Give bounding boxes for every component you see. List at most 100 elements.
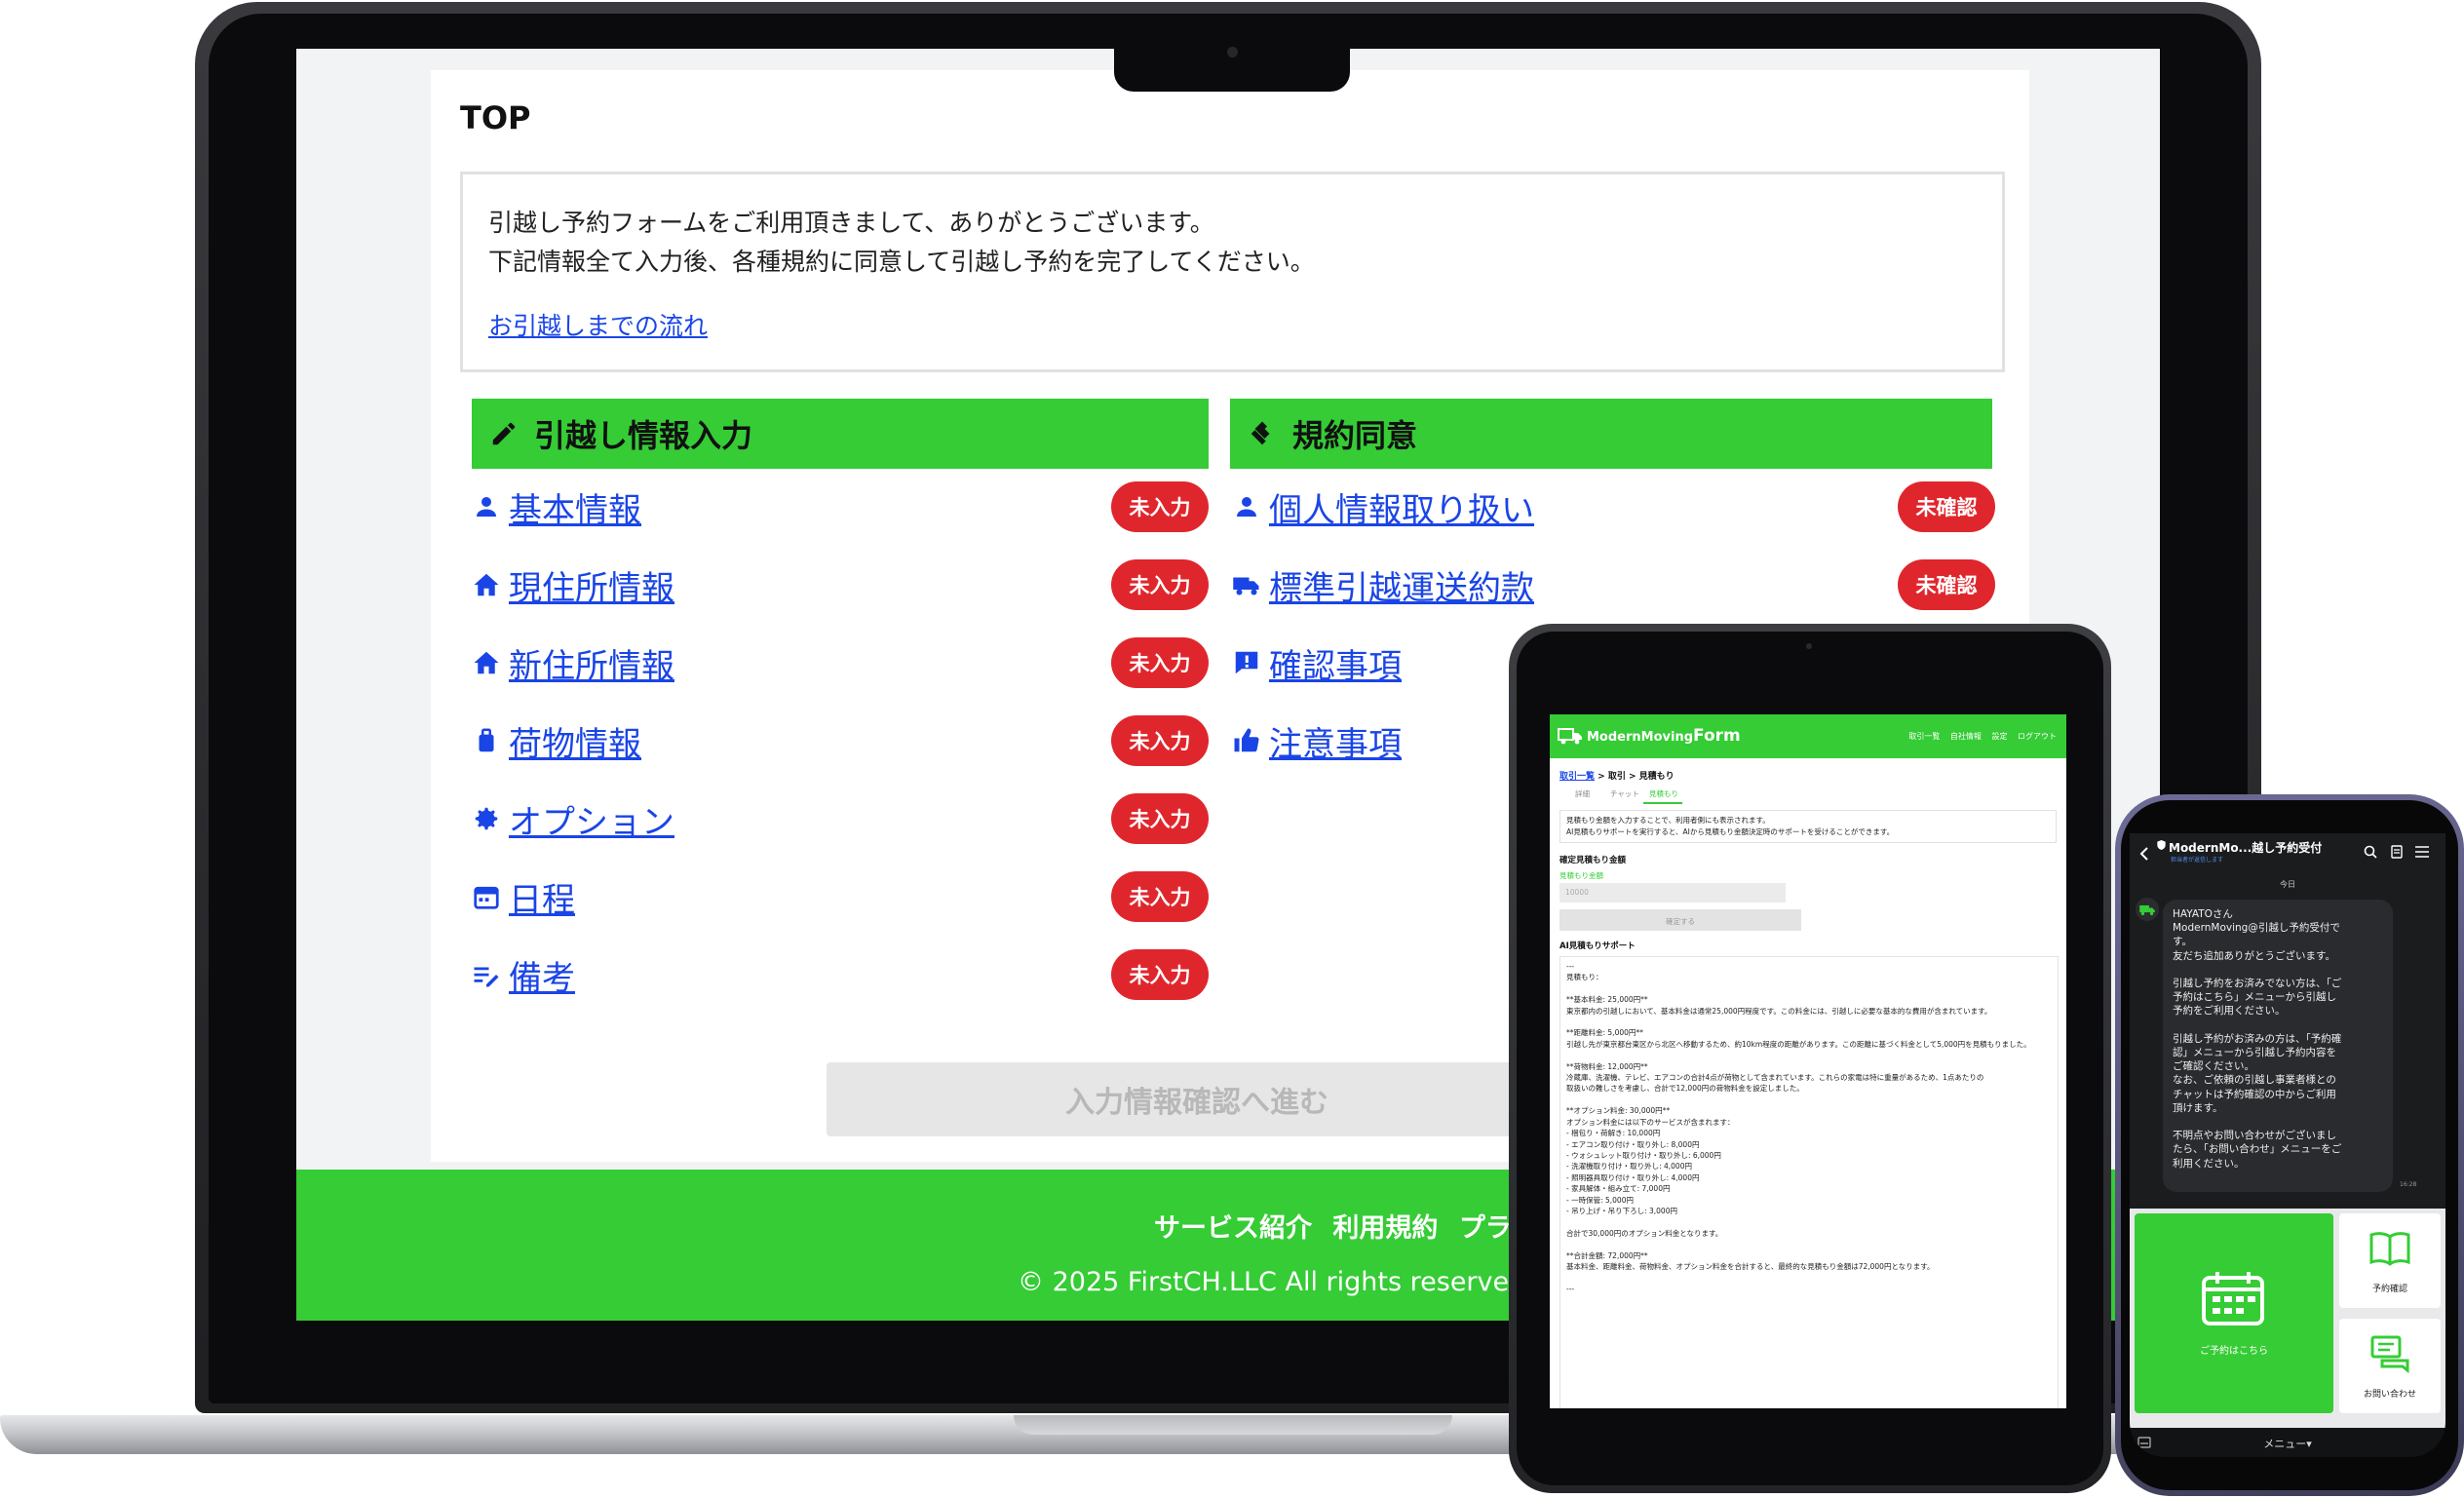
info-item-luggage[interactable]: 荷物情報 (472, 713, 641, 768)
terms-section-title: 規約同意 (1292, 417, 1418, 454)
thumbs-up-icon (1234, 728, 1259, 752)
terms-item-transport[interactable]: 標準引越運送約款 (1232, 557, 1534, 612)
amount-placeholder: 10000 (1565, 888, 1589, 897)
info-item-current-address[interactable]: 現住所情報 (472, 557, 674, 612)
terms-item-label: 注意事項 (1269, 724, 1402, 764)
search-icon[interactable] (2364, 845, 2377, 859)
notes-icon[interactable] (2391, 845, 2403, 859)
confirm-button-label: 確定する (1666, 917, 1695, 926)
breadcrumb-link[interactable]: 取引一覧 (1559, 772, 1595, 782)
tab-estimate[interactable]: 見積もり (1649, 788, 1678, 799)
contact-button[interactable]: お問い合わせ (2339, 1319, 2441, 1413)
ai-output-line: - 吊り上げ・吊り下ろし: 3,000円 (1566, 1206, 1677, 1215)
calendar-icon (2202, 1272, 2264, 1325)
nav-logout[interactable]: ログアウト (2018, 732, 2057, 741)
chat-message-bubble: HAYATOさん ModernMoving@引越し予約受付で す。 友だち追加あ… (2163, 900, 2393, 1192)
nav-settings[interactable]: 設定 (1991, 732, 2007, 741)
ai-output-line (1566, 1272, 2031, 1283)
moving-flow-link[interactable]: お引越しまでの流れ (488, 307, 708, 342)
tablet-nav: 取引一覧 自社情報 設定 ログアウト (1901, 731, 2057, 742)
tab-detail[interactable]: 詳細 (1575, 788, 1590, 799)
info-item-schedule[interactable]: 日程 (472, 869, 575, 924)
status-badge: 未入力 (1111, 559, 1209, 610)
avatar[interactable] (2136, 898, 2159, 921)
reservation-check-button[interactable]: 予約確認 (2339, 1213, 2441, 1308)
contact-label: お問い合わせ (2363, 1390, 2416, 1400)
terms-item-label: 標準引越運送約款 (1269, 568, 1534, 608)
terms-section-header: 規約同意 (1230, 399, 1992, 469)
welcome-notice: 引越し予約フォームをご利用頂きまして、ありがとうございます。 下記情報全て入力後… (460, 172, 2005, 372)
status-badge: 未入力 (1111, 637, 1209, 688)
page-title: TOP (460, 99, 531, 136)
brand-logo[interactable]: ModernMovingForm (1558, 726, 1741, 746)
ai-output-line: - ウォシュレット取り付け・取り外し: 6,000円 (1566, 1150, 1721, 1160)
info-item-remarks[interactable]: 備考 (472, 947, 575, 1002)
brand-suffix: Form (1693, 726, 1741, 746)
home-icon (474, 573, 499, 596)
confirm-button[interactable]: 確定する (1559, 909, 1801, 931)
menu-toggle-bar[interactable]: メニュー▾ (2130, 1428, 2445, 1457)
info-item-options[interactable]: オプション (472, 791, 674, 846)
ai-output-line: - 梱包り・荷解き: 10,000円 (1566, 1129, 1661, 1138)
ai-output-line: - エアコン取り付け・取り外し: 8,000円 (1566, 1139, 1700, 1149)
tablet-screen: ModernMovingForm 取引一覧 自社情報 設定 ログアウト 取引一覧… (1550, 714, 2066, 1408)
menu-icon[interactable] (2415, 846, 2429, 858)
ai-output-text: --- 見積もり： **基本料金: 25,000円** 東京都内の引越しにおいて、基… (1566, 961, 2031, 1294)
terms-item-caution[interactable]: 注意事項 (1232, 713, 1402, 768)
active-tab-indicator (1643, 802, 1682, 804)
copyright: © 2025 FirstCH.LLC All rights reserved. (1018, 1267, 1534, 1297)
chat-header: ModernMo...越し予約受付 担当者が返信します (2130, 833, 2445, 872)
terms-item-confirmation[interactable]: 確認事項 (1232, 635, 1402, 690)
status-badge: 未確認 (1898, 481, 1995, 532)
status-badge: 未入力 (1111, 481, 1209, 532)
ai-output-line (1566, 1017, 2031, 1027)
info-section-header: 引越し情報入力 (472, 399, 1209, 469)
person-icon (477, 497, 496, 517)
chat-message-text: HAYATOさん ModernMoving@引越し予約受付で す。 友だち追加あ… (2173, 908, 2342, 1170)
ai-output-line: オプション料金には以下のサービスが含まれます： (1566, 1117, 1735, 1127)
info-item-label: オプション (509, 802, 674, 842)
luggage-icon (479, 728, 494, 752)
info-item-label: 日程 (509, 880, 575, 920)
amount-label: 見積もり金額 (1559, 871, 1603, 880)
ai-output-line: 冷蔵庫、洗濯機、テレビ、エアコンの合計4点が荷物として含まれています。これらの家… (1566, 1073, 1984, 1083)
alert-icon (1235, 651, 1258, 674)
footer-links: サービス紹介 利用規約 プライ (1154, 1207, 1550, 1245)
ai-output-line: 見積もり： (1566, 973, 1603, 982)
shield-icon (2157, 840, 2166, 850)
ai-output-line: - 一時保管: 5,000円 (1566, 1195, 1634, 1205)
status-badge: 未確認 (1898, 559, 1995, 610)
ai-output-line (1566, 1050, 2031, 1060)
brand-prefix: ModernMoving (1587, 730, 1694, 745)
nav-company[interactable]: 自社情報 (1950, 732, 1982, 741)
info-item-new-address[interactable]: 新住所情報 (472, 635, 674, 690)
day-label: 今日 (2280, 880, 2295, 889)
status-badge: 未入力 (1111, 793, 1209, 844)
footer-link-terms[interactable]: 利用規約 (1332, 1213, 1438, 1244)
person-icon (1237, 497, 1256, 517)
camera-dot (1227, 47, 1238, 58)
info-item-basic[interactable]: 基本情報 (472, 480, 641, 534)
chat-title: ModernMo...越し予約受付 (2169, 841, 2323, 855)
reservation-check-label: 予約確認 (2371, 1285, 2407, 1294)
chat-bubbles-icon (2370, 1335, 2409, 1373)
chat-subtitle: 担当者が返信します (2171, 857, 2224, 864)
ai-output-line: 引越し先が東京都台東区から北区へ移動するため、約10km程度の距離があります。こ… (1566, 1039, 2031, 1049)
reserve-here-button[interactable]: ご予約はこちら (2135, 1213, 2333, 1413)
amount-input[interactable]: 10000 (1559, 883, 1786, 903)
tab-chat[interactable]: チャット (1610, 788, 1639, 799)
notice-line-1: 引越し予約フォームをご利用頂きまして、ありがとうございます。 (488, 209, 1214, 237)
back-arrow-icon[interactable] (2139, 847, 2149, 861)
pencil-icon (492, 422, 516, 445)
terms-item-privacy[interactable]: 個人情報取り扱い (1232, 480, 1534, 534)
nav-deals[interactable]: 取引一覧 (1908, 732, 1940, 741)
terms-item-label: 確認事項 (1269, 646, 1402, 686)
info-section-title: 引越し情報入力 (534, 417, 753, 454)
ai-output-line: 合計で30,000円のオプション料金となります。 (1566, 1228, 1723, 1238)
footer-link-service[interactable]: サービス紹介 (1154, 1213, 1312, 1244)
laptop-opening-groove (1014, 1415, 1452, 1435)
tablet-camera (1806, 643, 1812, 649)
ai-output-line: 取扱いの難しさを考慮し、合計で12,000円の荷物料金を設定しました。 (1566, 1084, 1804, 1094)
status-badge: 未入力 (1111, 715, 1209, 766)
proceed-to-confirm-button[interactable]: 入力情報確認へ進む (827, 1062, 1567, 1136)
